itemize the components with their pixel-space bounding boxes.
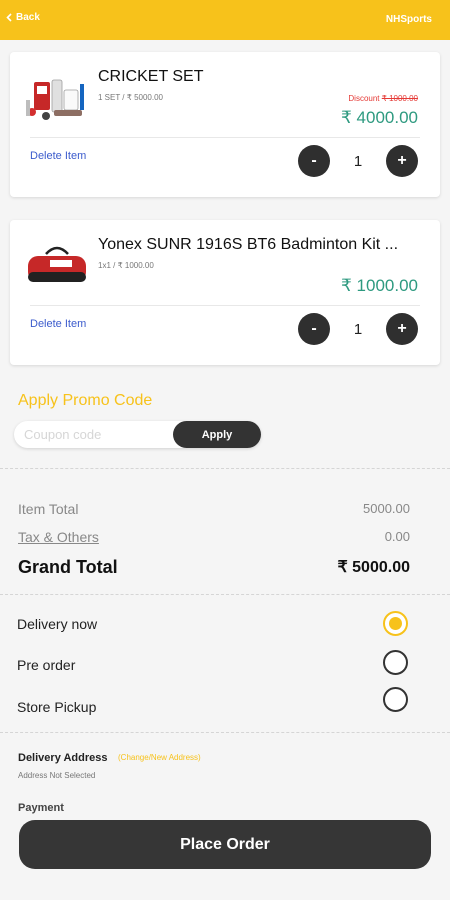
quantity-value: 1 xyxy=(353,320,363,338)
divider xyxy=(0,594,450,595)
quantity-value: 1 xyxy=(353,152,363,170)
delete-item-link[interactable]: Delete Item xyxy=(30,150,86,162)
divider xyxy=(0,732,450,733)
cricket-set-image xyxy=(26,79,84,120)
address-status: Address Not Selected xyxy=(18,771,96,780)
delivery-option-label: Delivery now xyxy=(17,616,98,632)
item-total-value: 5000.00 xyxy=(363,501,410,516)
quantity-stepper: - 1 + xyxy=(298,145,418,177)
promo-box: Apply xyxy=(14,421,261,448)
delivery-option-label: Pre order xyxy=(17,657,76,673)
cart-item: Yonex SUNR 1916S BT6 Badminton Kit ... 1… xyxy=(10,220,440,365)
store-pickup-radio[interactable] xyxy=(383,687,408,712)
plus-icon[interactable]: + xyxy=(386,145,418,177)
delivery-now-radio[interactable] xyxy=(383,611,408,636)
place-order-button[interactable]: Place Order xyxy=(19,820,431,869)
product-name: CRICKET SET xyxy=(98,68,204,85)
product-price: ₹ 4000.00 xyxy=(341,108,418,127)
delete-item-link[interactable]: Delete Item xyxy=(30,318,86,330)
payment-label: Payment xyxy=(18,802,64,814)
cart-item: CRICKET SET 1 SET / ₹ 5000.00 Discount ₹… xyxy=(10,52,440,197)
divider xyxy=(30,137,420,138)
badminton-kit-image xyxy=(28,246,86,282)
pre-order-radio[interactable] xyxy=(383,650,408,675)
back-label: Back xyxy=(16,12,40,23)
item-total-label: Item Total xyxy=(18,501,79,517)
quantity-stepper: - 1 + xyxy=(298,313,418,345)
back-chevron-icon xyxy=(6,13,12,22)
divider xyxy=(0,468,450,469)
change-address-link[interactable]: (Change/New Address) xyxy=(118,753,201,762)
minus-icon[interactable]: - xyxy=(298,145,330,177)
grand-total-label: Grand Total xyxy=(18,557,118,577)
grand-total-value: ₹ 5000.00 xyxy=(337,559,410,576)
apply-button[interactable]: Apply xyxy=(173,421,261,448)
coupon-input[interactable] xyxy=(24,425,174,444)
product-unit-price: 1 SET / ₹ 5000.00 xyxy=(98,93,163,102)
top-bar: Back NHSports xyxy=(0,0,450,40)
tax-label[interactable]: Tax & Others xyxy=(18,529,99,545)
tax-value: 0.00 xyxy=(384,529,410,544)
discount-prefix: Discount xyxy=(348,94,380,103)
discount-text: Discount ₹ 1000.00 xyxy=(348,94,418,103)
plus-icon[interactable]: + xyxy=(386,313,418,345)
discount-value: ₹ 1000.00 xyxy=(381,94,418,103)
product-name: Yonex SUNR 1916S BT6 Badminton Kit ... xyxy=(98,236,399,253)
delivery-option-label: Store Pickup xyxy=(17,699,97,715)
back-button[interactable]: Back xyxy=(6,12,40,23)
product-unit-price: 1x1 / ₹ 1000.00 xyxy=(98,261,154,270)
promo-title: Apply Promo Code xyxy=(18,392,153,409)
divider xyxy=(30,305,420,306)
product-price: ₹ 1000.00 xyxy=(341,276,418,295)
delivery-address-label: Delivery Address xyxy=(18,752,108,764)
minus-icon[interactable]: - xyxy=(298,313,330,345)
brand-name: NHSports xyxy=(385,14,432,25)
